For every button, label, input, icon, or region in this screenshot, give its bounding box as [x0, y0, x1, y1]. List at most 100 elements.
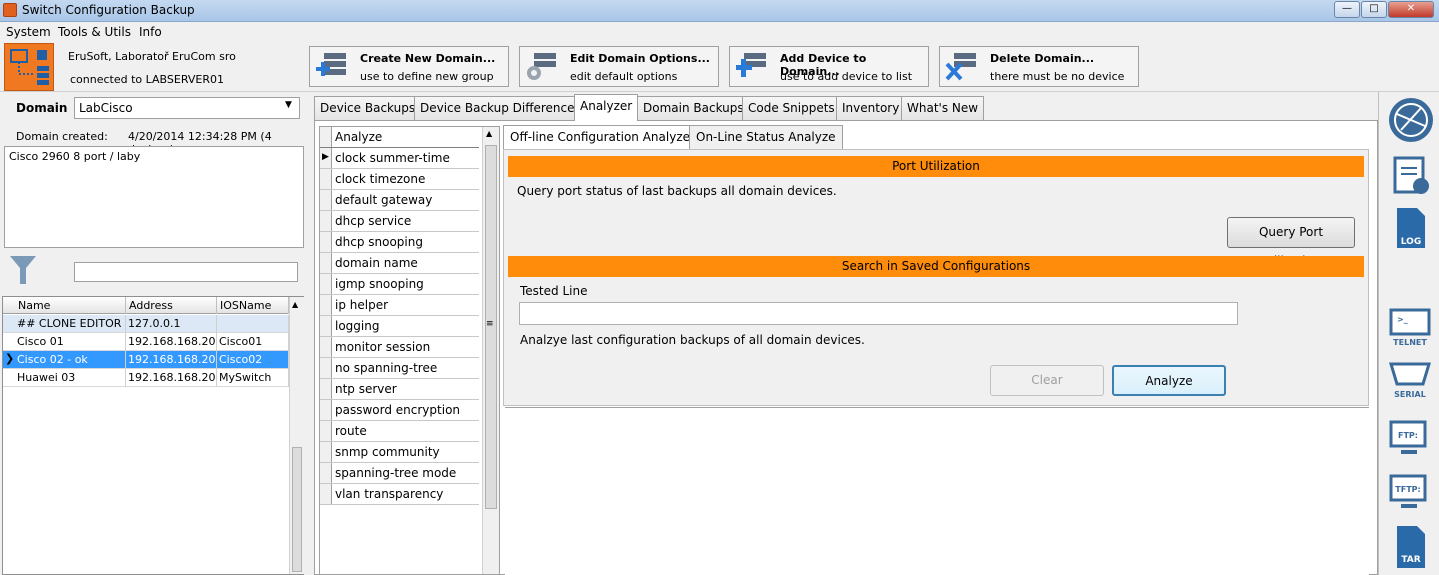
list-item[interactable]: igmp snooping — [320, 274, 479, 295]
table-row[interactable]: Cisco 01 192.168.168.203 Cisco01 — [3, 333, 289, 351]
column-address[interactable]: Address — [126, 297, 217, 314]
create-domain-subtitle: use to define new group — [360, 70, 494, 83]
device-name: Huawei 03 — [15, 369, 126, 387]
row-marker — [320, 211, 332, 231]
list-item[interactable]: spanning-tree mode — [320, 463, 479, 484]
tab-inventory[interactable]: Inventory — [836, 96, 906, 120]
row-marker — [320, 421, 332, 441]
filter-input[interactable] — [74, 262, 298, 282]
telnet-icon[interactable]: >_ TELNET — [1387, 308, 1433, 348]
list-item[interactable]: clock timezone — [320, 169, 479, 190]
device-name: Cisco 01 — [15, 333, 126, 351]
header-toolbar: EruSoft, Laboratoř EruCom sro connected … — [0, 41, 1439, 92]
list-item-label: clock summer-time — [335, 151, 450, 165]
device-iosname: Cisco02 — [217, 351, 289, 369]
edit-domain-button[interactable]: Edit Domain Options... edit default opti… — [519, 46, 719, 87]
list-item-label: logging — [335, 319, 380, 333]
tab-online-status-analyze[interactable]: On-Line Status Analyze — [689, 125, 843, 149]
port-utilization-description: Query port status of last backups all do… — [517, 184, 837, 198]
tab-analyzer[interactable]: Analyzer — [574, 94, 639, 121]
tested-line-input[interactable] — [519, 302, 1238, 325]
serial-label: SERIAL — [1394, 390, 1426, 399]
list-item[interactable]: default gateway — [320, 190, 479, 211]
list-item[interactable]: no spanning-tree — [320, 358, 479, 379]
list-item[interactable]: ▶ clock summer-time — [320, 148, 479, 169]
row-marker — [320, 442, 332, 462]
grid-scrollbar[interactable]: ▲ — [289, 297, 304, 574]
delete-domain-subtitle: there must be no device — [990, 70, 1125, 83]
add-device-button[interactable]: Add Device to Domain... use to add devic… — [729, 46, 929, 87]
column-iosname[interactable]: IOSName — [217, 297, 289, 314]
list-item[interactable]: monitor session — [320, 337, 479, 358]
menu-tools-utils[interactable]: Tools & Utils — [58, 25, 131, 39]
list-item[interactable]: ntp server — [320, 379, 479, 400]
list-item[interactable]: domain name — [320, 253, 479, 274]
list-item[interactable]: ip helper — [320, 295, 479, 316]
create-domain-button[interactable]: Create New Domain... use to define new g… — [309, 46, 509, 87]
tested-line-label: Tested Line — [520, 284, 588, 298]
list-item-label: ip helper — [335, 298, 389, 312]
row-marker: ▶ — [320, 148, 332, 168]
row-marker — [320, 484, 332, 504]
company-name: EruSoft, Laboratoř EruCom sro — [68, 50, 236, 63]
list-item-label: domain name — [335, 256, 418, 270]
table-row-selected[interactable]: ❯ Cisco 02 - ok 192.168.168.204 Cisco02 — [3, 351, 289, 369]
row-marker — [320, 337, 332, 357]
analyze-list-scrollbar[interactable]: ▲ ≡ — [482, 127, 499, 574]
device-address: 127.0.0.1 — [126, 315, 217, 333]
menu-system[interactable]: System — [6, 25, 51, 39]
row-marker — [320, 169, 332, 189]
scroll-thumb[interactable] — [292, 447, 302, 572]
column-name[interactable]: Name — [15, 297, 126, 314]
port-utilization-header: Port Utilization — [508, 156, 1364, 177]
clear-button[interactable]: Clear — [990, 365, 1104, 396]
domain-created-label: Domain created: — [16, 130, 108, 143]
tab-device-backups[interactable]: Device Backups — [314, 96, 422, 120]
filter-icon — [8, 254, 38, 289]
list-item[interactable]: logging — [320, 316, 479, 337]
tab-code-snippets[interactable]: Code Snippets — [742, 96, 841, 120]
search-configurations-header: Search in Saved Configurations — [508, 256, 1364, 277]
domain-notes[interactable]: Cisco 2960 8 port / laby — [4, 146, 304, 248]
tab-whats-new[interactable]: What's New — [901, 96, 985, 120]
tar-file-icon[interactable]: TAR — [1387, 524, 1433, 570]
log-file-icon[interactable]: LOG — [1387, 206, 1433, 250]
analyze-button[interactable]: Analyze — [1112, 365, 1226, 396]
tftp-label: TFTP: — [1395, 485, 1420, 494]
list-item[interactable]: dhcp service — [320, 211, 479, 232]
row-marker — [320, 295, 332, 315]
create-domain-title: Create New Domain... — [360, 52, 496, 65]
query-port-utilization-button[interactable]: Query Port utilization — [1227, 217, 1355, 268]
row-marker — [320, 358, 332, 378]
log-label: LOG — [1401, 237, 1421, 247]
delete-domain-button[interactable]: Delete Domain... there must be no device — [939, 46, 1139, 87]
tab-device-backup-differences[interactable]: Device Backup Differences — [414, 96, 587, 120]
menu-info[interactable]: Info — [139, 25, 162, 39]
list-item[interactable]: route — [320, 421, 479, 442]
network-globe-icon[interactable] — [1387, 96, 1433, 146]
serial-port-icon[interactable]: SERIAL — [1387, 360, 1433, 400]
table-row[interactable]: Huawei 03 192.168.168.205 MySwitch — [3, 369, 289, 387]
list-item[interactable]: snmp community — [320, 442, 479, 463]
tftp-icon[interactable]: TFTP: — [1387, 472, 1433, 512]
analyze-list: Analyze ▶ clock summer-time clock timezone… — [319, 126, 500, 575]
close-button[interactable]: ✕ — [1388, 1, 1434, 18]
server-gear-icon — [524, 51, 558, 83]
document-edit-icon[interactable] — [1387, 154, 1433, 198]
tab-offline-configuration-analyze[interactable]: Off-line Configuration Analyze — [503, 125, 697, 150]
device-iosname: Cisco01 — [217, 333, 289, 351]
domain-select[interactable]: LabCisco ▼ — [74, 97, 300, 119]
list-item[interactable]: dhcp snooping — [320, 232, 479, 253]
list-item[interactable]: password encryption — [320, 400, 479, 421]
ftp-icon[interactable]: FTP: — [1387, 418, 1433, 458]
analyze-results-area[interactable] — [505, 407, 1369, 575]
table-row[interactable]: ## CLONE EDITOR ## 127.0.0.1 — [3, 315, 289, 333]
row-marker — [320, 274, 332, 294]
tab-domain-backups[interactable]: Domain Backups — [637, 96, 750, 120]
minimize-button[interactable]: — — [1334, 1, 1360, 18]
maximize-button[interactable]: □ — [1361, 1, 1387, 18]
row-marker — [320, 316, 332, 336]
device-name: ## CLONE EDITOR ## — [15, 315, 126, 333]
server-add-icon — [314, 51, 348, 83]
list-item[interactable]: vlan transparency — [320, 484, 479, 505]
